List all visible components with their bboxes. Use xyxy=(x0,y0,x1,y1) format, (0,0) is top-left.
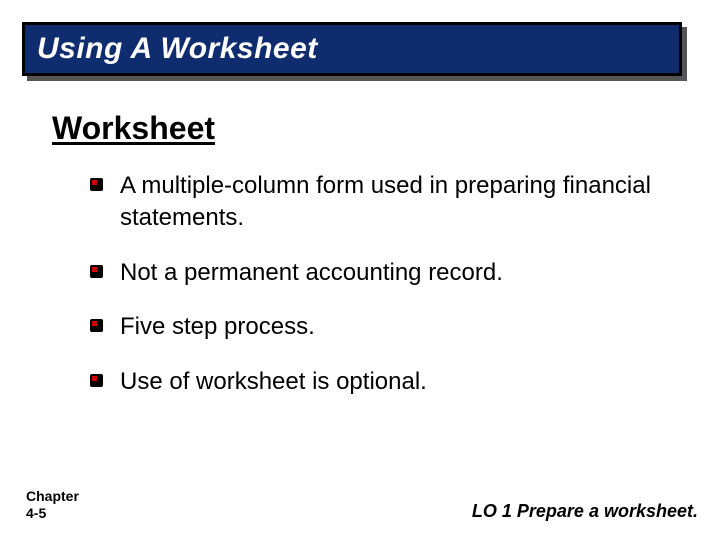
section-heading: Worksheet xyxy=(52,110,215,147)
chapter-label: Chapter 4-5 xyxy=(26,488,79,522)
slide-title: Using A Worksheet xyxy=(37,32,318,66)
bullet-text: A multiple-column form used in preparing… xyxy=(120,172,651,231)
list-item: Use of worksheet is optional. xyxy=(90,366,660,398)
slide: Using A Worksheet Worksheet A multiple-c… xyxy=(0,0,720,540)
list-item: Not a permanent accounting record. xyxy=(90,257,660,289)
list-item: A multiple-column form used in preparing… xyxy=(90,170,660,235)
square-bullet-icon xyxy=(90,265,103,278)
square-bullet-icon xyxy=(90,178,103,191)
bullet-text: Not a permanent accounting record. xyxy=(120,259,503,286)
learning-objective: LO 1 Prepare a worksheet. xyxy=(472,501,698,522)
bullet-list: A multiple-column form used in preparing… xyxy=(90,170,660,420)
square-bullet-icon xyxy=(90,374,103,387)
chapter-text-2: 4-5 xyxy=(26,505,79,522)
square-bullet-icon xyxy=(90,319,103,332)
title-banner: Using A Worksheet xyxy=(22,22,682,76)
chapter-text-1: Chapter xyxy=(26,488,79,505)
bullet-text: Use of worksheet is optional. xyxy=(120,368,427,395)
bullet-text: Five step process. xyxy=(120,313,315,340)
list-item: Five step process. xyxy=(90,311,660,343)
